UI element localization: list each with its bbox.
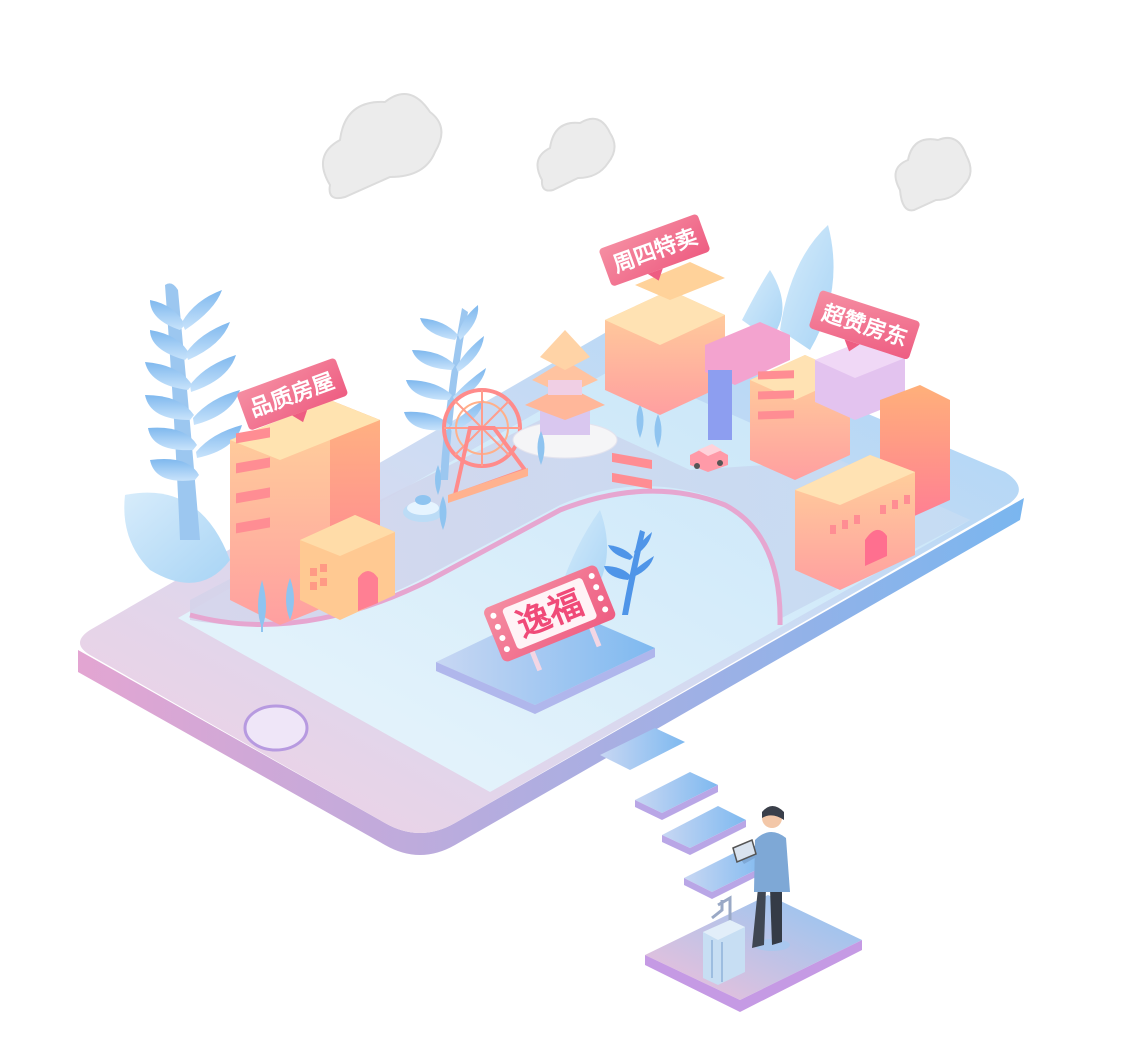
isometric-city-phone-illustration: 品质房屋 周四特卖 超赞房东 逸福 [78,93,1024,1012]
cloud-icon [321,93,443,200]
cloud-icon [894,136,972,212]
home-button [243,704,309,752]
building-quality-housing [230,400,395,625]
leaf-icon [124,492,230,583]
steps [635,772,768,899]
cloud-icon [536,117,616,192]
